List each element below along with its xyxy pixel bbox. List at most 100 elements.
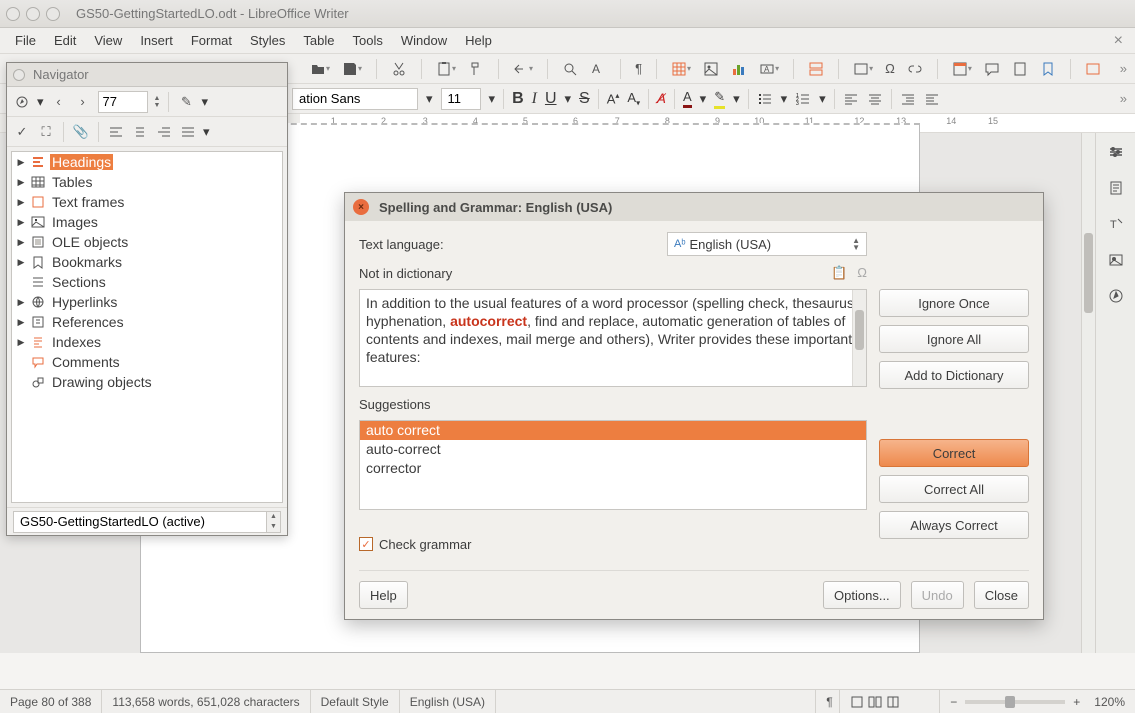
open-button[interactable]: ▾ xyxy=(310,61,330,77)
status-view-layout[interactable] xyxy=(840,690,940,713)
nav-item-sections[interactable]: Sections xyxy=(12,272,282,292)
nav-item-ole[interactable]: ▶OLE objects xyxy=(12,232,282,252)
nav-content-view-icon[interactable]: ✓ xyxy=(13,123,31,141)
cut-button[interactable] xyxy=(391,61,407,77)
number-list-button[interactable]: 123 xyxy=(795,91,811,107)
clone-formatting-button[interactable] xyxy=(468,61,484,77)
suggestion-item[interactable]: auto-correct xyxy=(360,440,866,459)
special-char-icon[interactable]: Ω xyxy=(857,265,867,281)
header-button[interactable]: ▾ xyxy=(952,61,972,77)
insert-text-box-button[interactable]: A▾ xyxy=(759,61,779,77)
dialog-close-icon[interactable]: × xyxy=(353,199,369,215)
vertical-scrollbar[interactable] xyxy=(1081,133,1095,653)
nav-item-tables[interactable]: ▶Tables xyxy=(12,172,282,192)
window-close-icon[interactable] xyxy=(6,7,20,21)
nav-item-comments[interactable]: Comments xyxy=(12,352,282,372)
menu-tools[interactable]: Tools xyxy=(343,28,391,54)
status-page[interactable]: Page 80 of 388 xyxy=(0,690,102,713)
nav-anchor-icon[interactable] xyxy=(107,123,125,141)
sidebar-page-icon[interactable] xyxy=(1103,175,1129,201)
nav-item-indexes[interactable]: ▶Indexes xyxy=(12,332,282,352)
nav-item-frames[interactable]: ▶Text frames xyxy=(12,192,282,212)
ignore-once-button[interactable]: Ignore Once xyxy=(879,289,1029,317)
status-style[interactable]: Default Style xyxy=(311,690,400,713)
bookmark-button[interactable] xyxy=(1040,61,1056,77)
correct-button[interactable]: Correct xyxy=(879,439,1029,467)
sidebar-styles-icon[interactable]: T xyxy=(1103,211,1129,237)
nav-set-reminder-icon[interactable]: ⛶ xyxy=(37,123,55,141)
nav-item-hyperlinks[interactable]: ▶Hyperlinks xyxy=(12,292,282,312)
window-minimize-icon[interactable] xyxy=(26,7,40,21)
underline-button[interactable]: U xyxy=(545,90,557,108)
close-button[interactable]: Close xyxy=(974,581,1029,609)
menu-view[interactable]: View xyxy=(85,28,131,54)
save-button[interactable]: ▾ xyxy=(342,61,362,77)
nav-promote-icon[interactable] xyxy=(179,123,197,141)
insert-hyperlink-button[interactable] xyxy=(907,61,923,77)
nav-drag-mode-icon[interactable]: ✎ xyxy=(177,93,195,111)
text-language-select[interactable]: Aᵇ English (USA) ▲▼ xyxy=(667,232,867,256)
insert-field-button[interactable]: ▾ xyxy=(853,61,873,77)
insert-table-button[interactable]: ▾ xyxy=(671,61,691,77)
status-language[interactable]: English (USA) xyxy=(400,690,496,713)
menu-styles[interactable]: Styles xyxy=(241,28,294,54)
menu-window[interactable]: Window xyxy=(392,28,456,54)
nav-prev-icon[interactable]: ‹ xyxy=(50,93,68,111)
add-to-dictionary-button[interactable]: Add to Dictionary xyxy=(879,361,1029,389)
align-center-button[interactable] xyxy=(867,91,883,107)
paste-icon[interactable]: 📋 xyxy=(831,265,847,281)
paste-button[interactable]: ▾ xyxy=(436,61,456,77)
sidebar-gallery-icon[interactable] xyxy=(1103,247,1129,273)
insert-image-button[interactable] xyxy=(703,61,719,77)
active-doc-spinner[interactable]: ▲▼ xyxy=(267,511,281,533)
menu-help[interactable]: Help xyxy=(456,28,501,54)
not-in-dictionary-text[interactable]: In addition to the usual features of a w… xyxy=(359,289,867,387)
spellcheck-button[interactable]: A xyxy=(590,61,606,77)
font-color-button[interactable]: A xyxy=(683,89,692,108)
navigator-titlebar[interactable]: Navigator xyxy=(7,63,287,87)
nav-next-icon[interactable]: › xyxy=(74,93,92,111)
nav-item-references[interactable]: ▶References xyxy=(12,312,282,332)
bold-button[interactable]: B xyxy=(512,90,524,108)
nav-item-images[interactable]: ▶Images xyxy=(12,212,282,232)
nav-toggle-icon[interactable] xyxy=(13,93,31,111)
status-wordcount[interactable]: 113,658 words, 651,028 characters xyxy=(102,690,310,713)
superscript-button[interactable]: A▴ xyxy=(607,91,620,106)
nav-header-icon[interactable]: 📎 xyxy=(72,123,90,141)
active-doc-select[interactable] xyxy=(13,511,267,533)
document-close-icon[interactable]: × xyxy=(1108,28,1129,54)
undo-button[interactable]: Undo xyxy=(911,581,964,609)
help-button[interactable]: Help xyxy=(359,581,408,609)
nav-item-bookmarks[interactable]: ▶Bookmarks xyxy=(12,252,282,272)
suggestions-list[interactable]: auto correct auto-correct corrector xyxy=(359,420,867,510)
correct-all-button[interactable]: Correct All xyxy=(879,475,1029,503)
bullet-list-button[interactable] xyxy=(757,91,773,107)
increase-indent-button[interactable] xyxy=(900,91,916,107)
check-grammar-checkbox[interactable]: ✓ xyxy=(359,537,373,551)
italic-button[interactable]: I xyxy=(532,90,537,108)
dialog-titlebar[interactable]: × Spelling and Grammar: English (USA) xyxy=(345,193,1043,221)
options-button[interactable]: Options... xyxy=(823,581,901,609)
highlight-button[interactable]: ✎ xyxy=(714,89,725,109)
subscript-button[interactable]: A▾ xyxy=(627,90,640,108)
find-button[interactable] xyxy=(562,61,578,77)
menu-edit[interactable]: Edit xyxy=(45,28,85,54)
track-changes-button[interactable] xyxy=(1012,61,1028,77)
ignore-all-button[interactable]: Ignore All xyxy=(879,325,1029,353)
clear-formatting-button[interactable]: 𝘈̸ xyxy=(657,91,666,107)
font-name-input[interactable] xyxy=(292,88,418,110)
strikethrough-button[interactable]: S xyxy=(579,90,590,108)
nav-right-icon[interactable] xyxy=(155,123,173,141)
line-button[interactable] xyxy=(1085,61,1101,77)
decrease-indent-button[interactable] xyxy=(924,91,940,107)
special-char-button[interactable]: Ω xyxy=(885,61,895,76)
nav-item-drawing[interactable]: Drawing objects xyxy=(12,372,282,392)
suggestion-item[interactable]: auto correct xyxy=(360,421,866,440)
page-break-button[interactable] xyxy=(808,61,824,77)
nav-item-headings[interactable]: ▶Headings xyxy=(12,152,282,172)
nav-page-input[interactable] xyxy=(98,91,148,113)
undo-button[interactable]: ▾ xyxy=(513,61,533,77)
menu-file[interactable]: File xyxy=(6,28,45,54)
window-maximize-icon[interactable] xyxy=(46,7,60,21)
status-insert-mode[interactable]: ¶ xyxy=(816,690,840,713)
